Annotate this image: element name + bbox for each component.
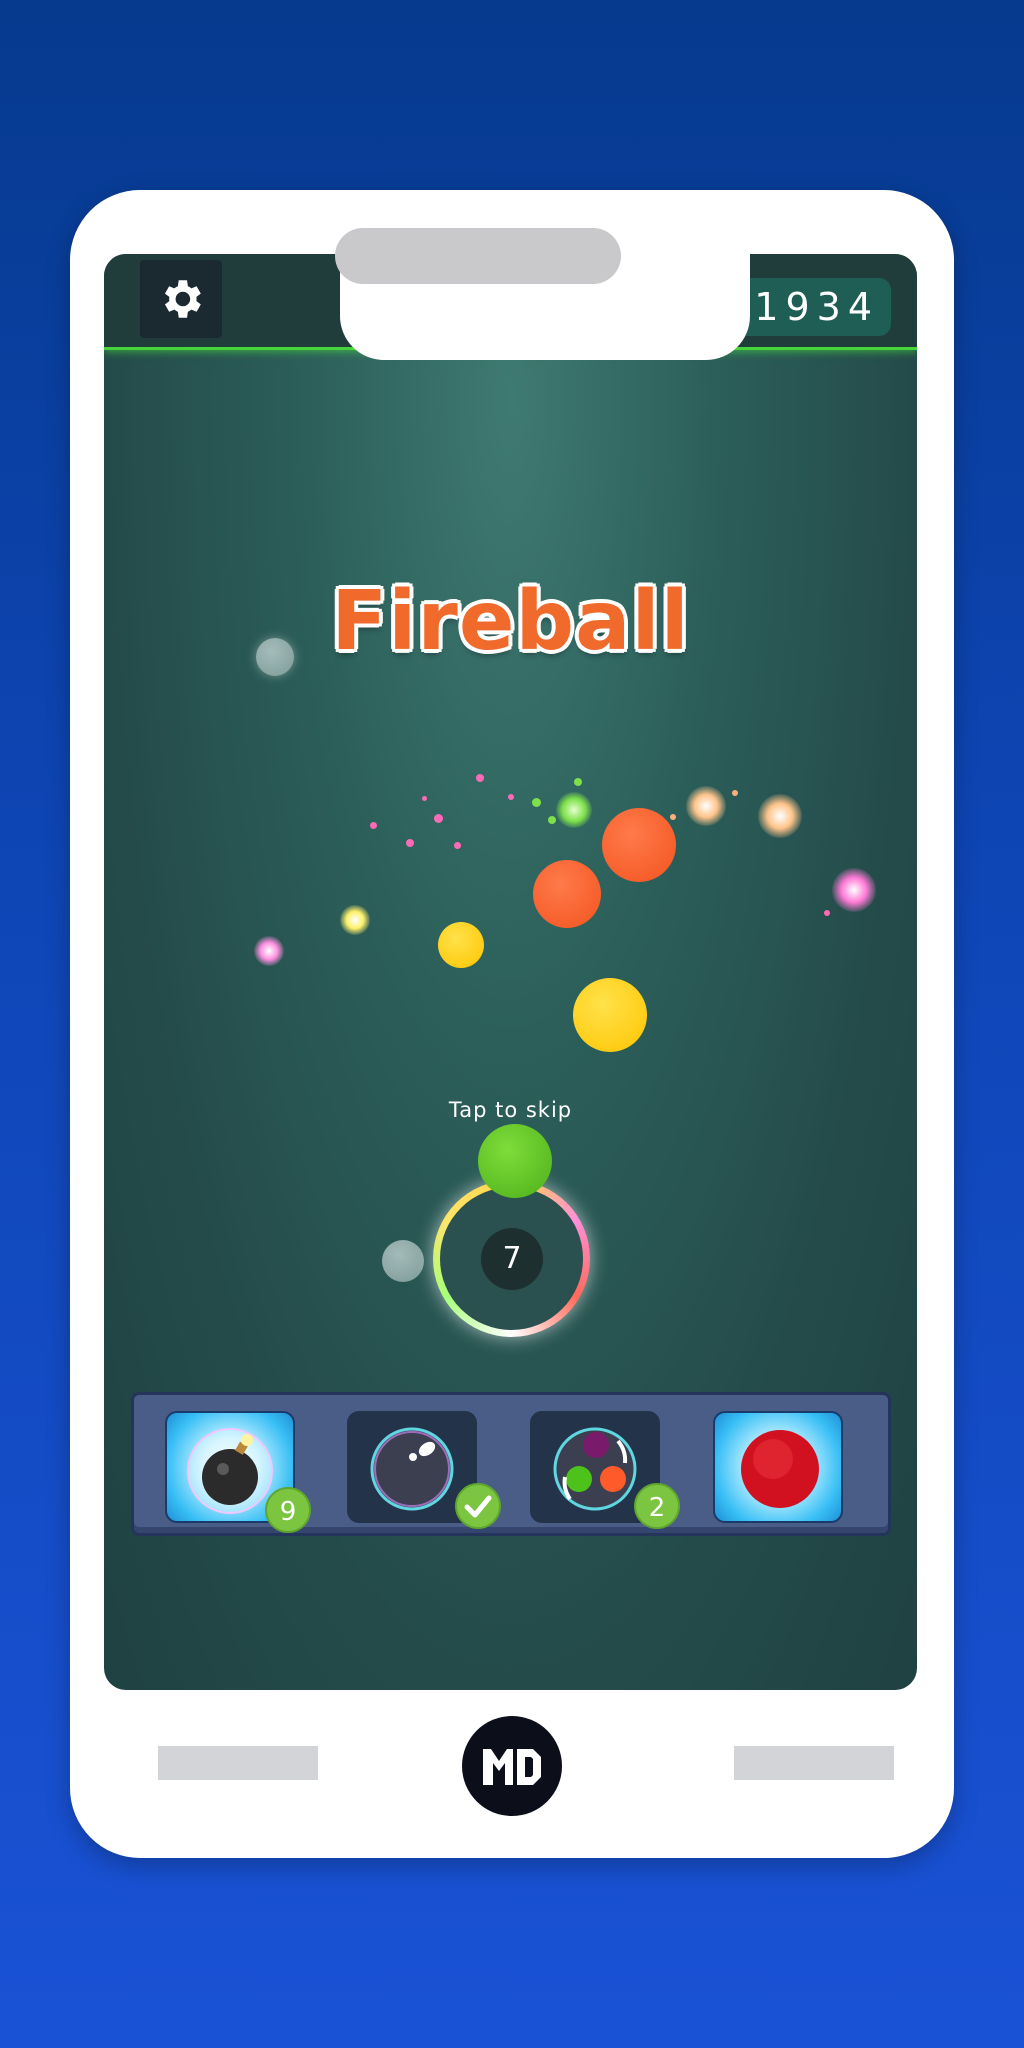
powerup-slot-color-swap[interactable]: 2	[530, 1411, 680, 1529]
pink-dot	[824, 910, 830, 916]
ghost-bubble	[382, 1240, 424, 1282]
orange-ball	[533, 860, 601, 928]
game-screen[interactable]: 11934 Fireball Tap to skip 7 9 2	[104, 254, 917, 1690]
phone-frame: 11934 Fireball Tap to skip 7 9 2	[70, 190, 954, 1858]
checkmark-icon	[455, 1483, 501, 1529]
green-dot	[532, 798, 541, 807]
yellow-ball	[573, 978, 647, 1052]
peach-spark	[758, 794, 802, 838]
green-spark	[556, 792, 592, 828]
nav-pill-left	[158, 1746, 318, 1780]
pink-dot	[454, 842, 461, 849]
green-dot	[574, 778, 582, 786]
powerup-slot-bomb[interactable]: 9	[165, 1411, 311, 1533]
settings-button[interactable]	[140, 260, 222, 338]
powerup-tray: 9 2	[131, 1392, 891, 1536]
peach-dot	[670, 814, 676, 820]
red-ball-icon	[741, 1430, 819, 1508]
color-swap-count-badge: 2	[634, 1483, 680, 1529]
orange-ball	[602, 808, 676, 882]
powerup-slot-fireball[interactable]	[713, 1411, 843, 1523]
md-logo-icon	[483, 1749, 541, 1785]
peach-dot	[732, 790, 738, 796]
pink-dot	[370, 822, 377, 829]
next-ball-green	[478, 1124, 552, 1198]
gear-icon	[164, 280, 201, 318]
tap-to-skip-hint[interactable]: Tap to skip	[104, 1098, 917, 1122]
pink-dot	[406, 839, 414, 847]
peach-spark	[686, 786, 726, 826]
yellow-spark	[340, 905, 370, 935]
ghost-bubble	[256, 638, 294, 676]
phone-speaker	[335, 228, 621, 284]
pink-dot	[422, 796, 427, 801]
pink-dot	[476, 774, 484, 782]
yellow-ball	[438, 922, 484, 968]
pink-spark	[832, 868, 876, 912]
bomb-count-badge: 9	[265, 1487, 311, 1533]
pink-spark	[254, 936, 284, 966]
powerup-slot-bubble[interactable]	[347, 1411, 501, 1529]
nav-pill-right	[734, 1746, 894, 1780]
shots-remaining-badge: 7	[481, 1228, 543, 1290]
green-dot	[548, 816, 556, 824]
pink-dot	[508, 794, 514, 800]
powerup-title: Fireball	[331, 574, 690, 669]
pink-dot	[434, 814, 443, 823]
md-logo	[462, 1716, 562, 1816]
